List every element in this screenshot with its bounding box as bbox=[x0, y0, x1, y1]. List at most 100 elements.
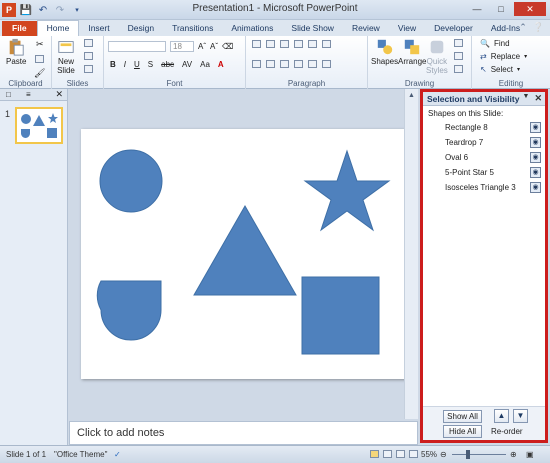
outline-tab-icon[interactable]: ≡ bbox=[26, 90, 31, 99]
scroll-up-icon[interactable]: ▲ bbox=[405, 92, 418, 99]
visibility-eye-icon[interactable]: ◉ bbox=[530, 137, 541, 148]
shadow-button[interactable]: S bbox=[148, 60, 153, 69]
bullets-icon[interactable] bbox=[252, 40, 261, 48]
character-spacing-button[interactable]: AV bbox=[182, 60, 192, 69]
smartart-icon[interactable] bbox=[322, 60, 331, 68]
underline-button[interactable]: U bbox=[134, 60, 140, 69]
section-icon[interactable] bbox=[84, 65, 93, 73]
rectangle-shape bbox=[301, 276, 380, 355]
format-painter-icon[interactable]: 🖌 bbox=[34, 68, 45, 79]
spelling-icon[interactable]: ✓ bbox=[114, 450, 121, 459]
visibility-eye-icon[interactable]: ◉ bbox=[530, 167, 541, 178]
close-icon[interactable]: ✕ bbox=[534, 93, 542, 104]
list-item-oval[interactable]: Oval 6 ◉ bbox=[423, 150, 545, 165]
visibility-eye-icon[interactable]: ◉ bbox=[530, 122, 541, 133]
reading-view-icon[interactable] bbox=[396, 450, 405, 458]
tab-view[interactable]: View bbox=[389, 21, 425, 36]
columns-icon[interactable] bbox=[308, 60, 317, 68]
zoom-out-icon[interactable]: ⊖ bbox=[440, 450, 447, 459]
tab-transitions[interactable]: Transitions bbox=[163, 21, 222, 36]
strikethrough-button[interactable]: abc bbox=[161, 60, 174, 69]
visibility-eye-icon[interactable]: ◉ bbox=[530, 152, 541, 163]
move-up-button[interactable]: ▲ bbox=[494, 409, 509, 423]
align-left-icon[interactable] bbox=[252, 60, 261, 68]
align-right-icon[interactable] bbox=[280, 60, 289, 68]
bold-button[interactable]: B bbox=[110, 60, 116, 69]
theme-name[interactable]: "Office Theme" bbox=[54, 450, 107, 459]
justify-icon[interactable] bbox=[294, 60, 303, 68]
minimize-ribbon-icon[interactable]: ⌃ bbox=[519, 22, 527, 33]
move-down-button[interactable]: ▼ bbox=[513, 409, 528, 423]
quick-styles-button[interactable]: Quick Styles bbox=[426, 38, 448, 75]
tab-design[interactable]: Design bbox=[119, 21, 163, 36]
chevron-down-icon: ▾ bbox=[516, 67, 520, 73]
title-bar: P 💾 ↶ ↷ ▾ Presentation1 - Microsoft Powe… bbox=[0, 0, 550, 20]
font-name-dropdown[interactable] bbox=[108, 41, 166, 52]
slide-thumbnail[interactable] bbox=[15, 107, 63, 144]
shape-outline-icon[interactable] bbox=[454, 52, 463, 60]
replace-button[interactable]: ⇄ Replace ▾ bbox=[480, 52, 527, 61]
grow-font-icon[interactable]: Aˆ bbox=[198, 42, 206, 51]
list-item-star[interactable]: 5-Point Star 5 ◉ bbox=[423, 165, 545, 180]
change-case-button[interactable]: Aa bbox=[200, 60, 210, 69]
list-item-teardrop[interactable]: Teardrop 7 ◉ bbox=[423, 135, 545, 150]
line-spacing-icon[interactable] bbox=[308, 40, 317, 48]
tab-developer[interactable]: Developer bbox=[425, 21, 482, 36]
shapes-button[interactable]: Shapes bbox=[371, 38, 398, 66]
numbering-icon[interactable] bbox=[266, 40, 275, 48]
slide-canvas[interactable] bbox=[81, 129, 412, 379]
visibility-eye-icon[interactable]: ◉ bbox=[530, 182, 541, 193]
italic-button[interactable]: I bbox=[124, 60, 126, 69]
tab-animations[interactable]: Animations bbox=[222, 21, 282, 36]
layout-icon[interactable] bbox=[84, 39, 93, 47]
new-slide-button[interactable]: New Slide bbox=[56, 38, 76, 75]
text-direction-icon[interactable] bbox=[322, 40, 331, 48]
arrange-button[interactable]: Arrange bbox=[398, 38, 426, 66]
decrease-indent-icon[interactable] bbox=[280, 40, 289, 48]
replace-label: Replace bbox=[490, 52, 521, 61]
list-item-rectangle[interactable]: Rectangle 8 ◉ bbox=[423, 120, 545, 135]
fit-to-window-icon[interactable]: ▣ bbox=[526, 450, 534, 459]
slide-show-icon[interactable] bbox=[409, 450, 418, 458]
vertical-scrollbar[interactable]: ▲ bbox=[404, 89, 418, 419]
pane-options-icon[interactable]: ▼ bbox=[523, 93, 530, 104]
zoom-slider[interactable] bbox=[452, 454, 506, 455]
reset-icon[interactable] bbox=[84, 52, 93, 60]
show-all-button[interactable]: Show All bbox=[443, 410, 482, 423]
list-item-triangle[interactable]: Isosceles Triangle 3 ◉ bbox=[423, 180, 545, 195]
font-color-icon[interactable]: A bbox=[218, 60, 224, 69]
arrow-up-icon: ▲ bbox=[497, 411, 506, 420]
tab-slide-show[interactable]: Slide Show bbox=[282, 21, 343, 36]
close-pane-icon[interactable]: ✕ bbox=[55, 89, 63, 100]
paste-button[interactable]: Paste bbox=[6, 38, 26, 66]
minimize-icon[interactable]: — bbox=[466, 2, 488, 16]
cut-icon[interactable]: ✂ bbox=[36, 39, 44, 50]
shape-effects-icon[interactable] bbox=[454, 65, 463, 73]
find-button[interactable]: 🔍 Find bbox=[480, 39, 510, 48]
increase-indent-icon[interactable] bbox=[294, 40, 303, 48]
tab-file[interactable]: File bbox=[2, 21, 37, 36]
clear-formatting-icon[interactable]: ⌫ bbox=[222, 42, 233, 51]
shape-fill-icon[interactable] bbox=[454, 39, 463, 47]
notes-pane[interactable]: Click to add notes bbox=[69, 421, 418, 445]
shapes-icon bbox=[377, 39, 392, 55]
tab-home[interactable]: Home bbox=[36, 20, 80, 36]
copy-icon[interactable] bbox=[35, 55, 45, 63]
zoom-level[interactable]: 55% bbox=[421, 450, 437, 459]
slides-tab-icon[interactable]: □ bbox=[6, 90, 11, 99]
maximize-icon[interactable]: □ bbox=[490, 2, 512, 16]
zoom-slider-thumb[interactable] bbox=[466, 450, 470, 459]
zoom-in-icon[interactable]: ⊕ bbox=[510, 450, 517, 459]
normal-view-icon[interactable] bbox=[370, 450, 379, 458]
select-button[interactable]: ↖ Select ▾ bbox=[480, 65, 520, 74]
close-icon[interactable]: ✕ bbox=[514, 2, 546, 16]
tab-insert[interactable]: Insert bbox=[79, 21, 118, 36]
slide-sorter-icon[interactable] bbox=[383, 450, 392, 458]
align-center-icon[interactable] bbox=[266, 60, 275, 68]
shape-name: Isosceles Triangle 3 bbox=[445, 183, 516, 192]
tab-review[interactable]: Review bbox=[343, 21, 389, 36]
font-size-dropdown[interactable]: 18 bbox=[170, 41, 194, 52]
shrink-font-icon[interactable]: Aˇ bbox=[210, 42, 218, 51]
hide-all-button[interactable]: Hide All bbox=[443, 425, 482, 438]
help-icon[interactable]: ❔ bbox=[533, 22, 544, 33]
